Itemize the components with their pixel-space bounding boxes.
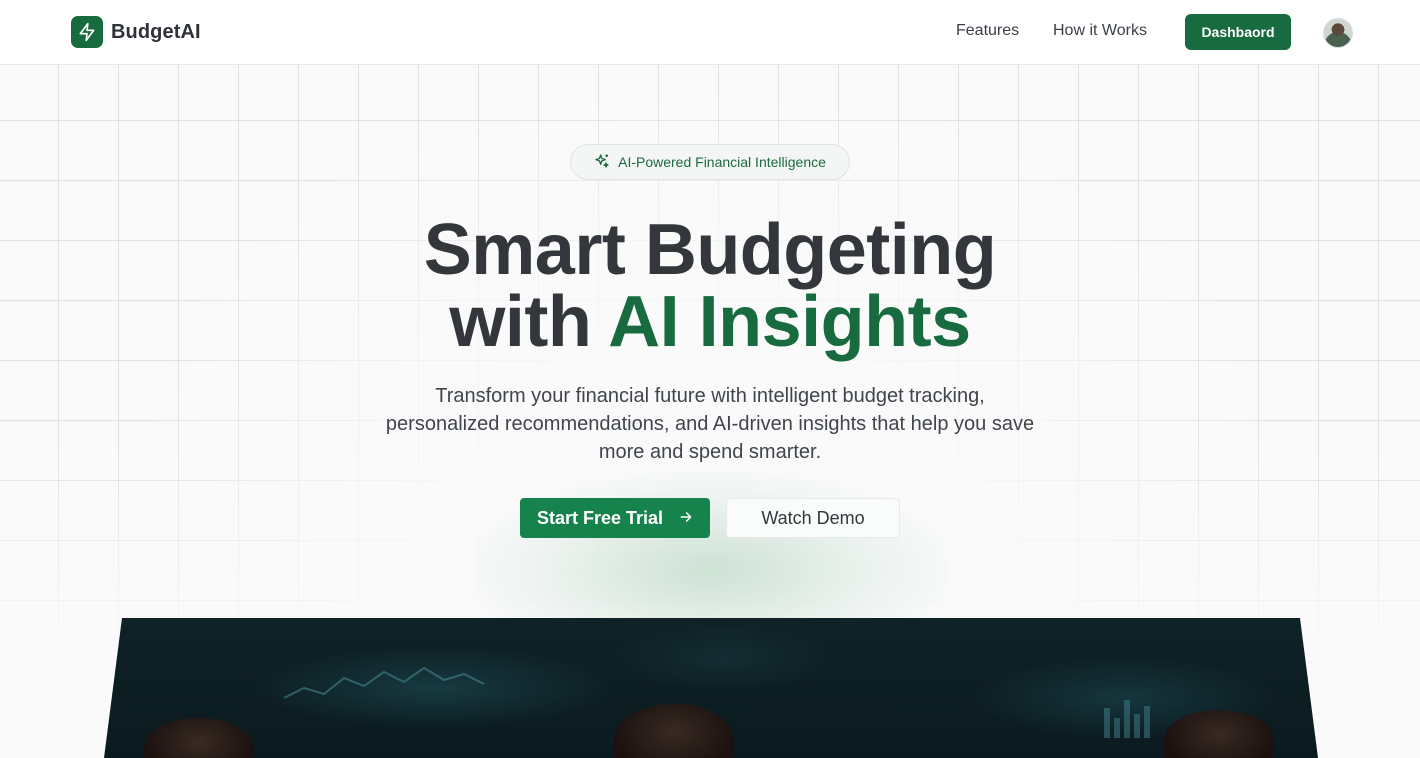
hero-title-line1: Smart Budgeting [423, 210, 997, 290]
preview-line-decoration [284, 666, 485, 699]
lightning-bolt-icon [71, 16, 103, 48]
sparkles-icon [594, 153, 610, 172]
user-avatar[interactable] [1323, 18, 1353, 48]
start-free-trial-button[interactable]: Start Free Trial [520, 498, 710, 538]
nav-link-features[interactable]: Features [956, 22, 1019, 40]
hero-badge: AI-Powered Financial Intelligence [570, 144, 850, 180]
hero-subtitle: Transform your financial future with int… [385, 385, 1035, 463]
hero-preview-image [104, 618, 1318, 758]
hero-title: Smart Budgeting with AI Insights [0, 214, 1420, 358]
badge-text: AI-Powered Financial Intelligence [618, 154, 826, 170]
hero-title-line2-prefix: with [449, 282, 609, 362]
brand-name: BudgetAI [111, 20, 201, 43]
brand-logo[interactable]: BudgetAI [71, 16, 201, 48]
arrow-right-icon [679, 508, 693, 529]
top-navbar: BudgetAI Features How it Works Dashbaord [0, 0, 1420, 65]
nav-link-how-it-works[interactable]: How it Works [1053, 22, 1147, 40]
watch-demo-button[interactable]: Watch Demo [726, 498, 900, 538]
dashboard-button[interactable]: Dashbaord [1185, 14, 1291, 50]
start-free-trial-label: Start Free Trial [536, 507, 664, 528]
hero-title-accent: AI Insights [608, 282, 971, 362]
